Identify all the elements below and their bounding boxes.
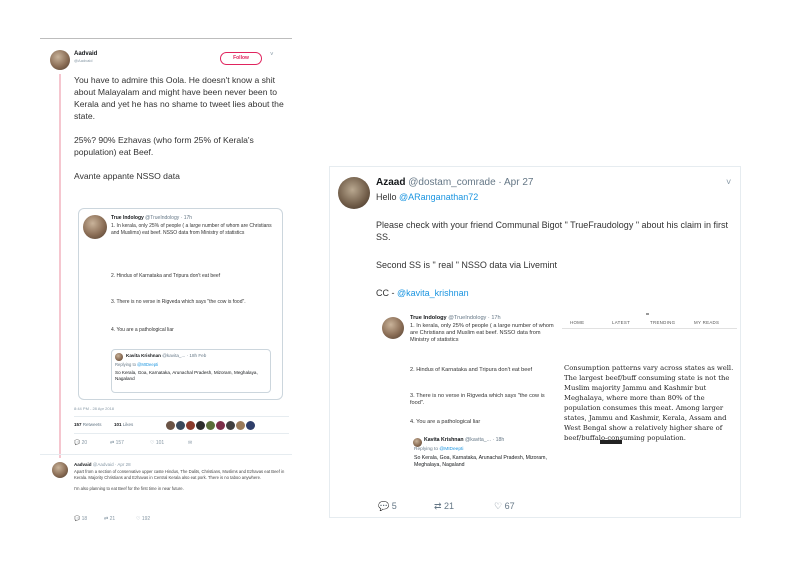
tweet-text: You have to admire this Oola. He doesn't… [74,75,284,181]
quoted-text-4: 4. You are a pathological liar [410,419,481,425]
liker-avatar[interactable] [216,421,225,430]
liker-avatar[interactable] [186,421,195,430]
reply-button[interactable]: 💬 20 [74,440,87,446]
nested-text: So Kerala, Goa, Karnataka, Arunachal Pra… [414,455,547,468]
nested-author: Kavita Krishnan @kavita_... · 18h Feb [126,353,207,358]
quoted-avatar [83,215,107,239]
author-handle[interactable]: @Aadvaid [74,58,93,63]
liker-avatar[interactable] [236,421,245,430]
right-tweet-panel: Azaad @dostam_comrade · Apr 27 ˅ Hello @… [329,166,741,518]
mention-link[interactable]: @ARanganathan72 [399,192,478,202]
reply-actions: 💬 18 ⇄ 21 ♡ 192 [74,516,289,526]
reply-author[interactable]: Aadvaid @Aadvaid · Apr 28 [74,462,131,467]
like-button[interactable]: ♡ 67 [494,501,515,512]
nested-avatar [115,353,123,361]
follow-button[interactable]: Follow [220,52,262,65]
replying-to: Replying to @MIDeepti [414,447,464,452]
liker-avatar[interactable] [246,421,255,430]
like-button[interactable]: ♡ 192 [136,516,150,522]
liker-avatar[interactable] [166,421,175,430]
nav-home: HOME [570,320,585,325]
nested-quoted-tweet[interactable]: Kavita Krishnan @kavita_... · 18h Feb Re… [111,349,271,393]
liker-avatar[interactable] [176,421,185,430]
reply-text: Apart from a section of conservative upp… [74,469,285,491]
tweet-text-2: Second SS is " real " NSSO data via Live… [376,260,557,270]
retweet-button[interactable]: ⇄ 21 [104,516,115,522]
liker-avatar[interactable] [206,421,215,430]
retweets-stat[interactable]: 157 Retweets [74,422,102,427]
quoted-author: True Indology @TrueIndology · 17h [111,215,193,221]
quoted-author: True Indology @TrueIndology · 17h [410,315,501,321]
nested-avatar [413,438,422,447]
quoted-text-4: 4. You are a pathological liar [111,327,174,333]
quoted-avatar [382,317,404,339]
avatar[interactable] [338,177,370,209]
redaction-mark [600,440,622,444]
quoted-text-2: 2. Hindus of Karnataka and Tripura don't… [410,367,533,373]
reply-button[interactable]: 💬 5 [378,501,397,512]
quoted-text-2: 2. Hindus of Karnataka and Tripura don't… [111,273,221,279]
chevron-down-icon[interactable]: ˅ [726,177,731,187]
thread-line [59,74,61,458]
liker-avatar[interactable] [196,421,205,430]
retweet-button[interactable]: ⇄ 157 [110,440,124,446]
tweet-actions: 💬 5 ⇄ 21 ♡ 67 [378,501,738,515]
article-text: Consumption patterns vary across states … [564,364,734,442]
mention-link[interactable]: @kavita_krishnan [397,288,469,298]
quoted-text-3: 3. There is no verse in Rigveda which sa… [111,299,246,305]
divider [40,454,292,455]
retweet-button[interactable]: ⇄ 21 [434,501,454,512]
chevron-down-icon[interactable]: ˅ [270,52,274,58]
drag-handle [646,313,649,315]
nested-quoted-tweet[interactable]: Kavita Krishnan @kavita_... · 18h Replyi… [410,435,556,489]
divider [40,38,292,39]
replying-to: Replying to @MIDeepti [115,362,159,367]
tweet-greeting: Hello @ARanganathan72 [376,192,479,202]
stats-row: 157 Retweets 101 Likes [74,416,289,434]
article-nav: HOME LATEST TRENDING MY READS [562,313,737,329]
avatar[interactable] [50,50,70,70]
likes-stat[interactable]: 101 Likes [114,422,133,427]
author-name[interactable]: Azaad @dostam_comrade · Apr 27 [376,177,533,188]
screenshot-1[interactable]: True Indology @TrueIndology · 17h 1. In … [378,311,558,491]
tweet-cc: CC - @kavita_krishnan [376,288,469,298]
tweet-text-1: Please check with your friend Communal B… [376,220,729,242]
nav-latest: LATEST [612,320,631,325]
quoted-text-1: 1. In kerala, only 25% of people ( a lar… [410,323,554,343]
quoted-text-1: 1. In kerala, only 25% of people ( a lar… [111,223,272,236]
quoted-tweet[interactable]: True Indology @TrueIndology · 17h 1. In … [78,208,283,400]
reply-button[interactable]: 💬 18 [74,516,87,522]
author-name[interactable]: Aadvaid [74,51,97,57]
screenshot-2[interactable]: HOME LATEST TRENDING MY READS Consumptio… [562,309,737,489]
like-button[interactable]: ♡ 101 [150,440,164,446]
tweet-actions: 💬 20 ⇄ 157 ♡ 101 ✉ [74,440,289,450]
nav-my-reads: MY READS [694,320,720,325]
left-tweet-panel: Aadvaid @Aadvaid Follow ˅ You have to ad… [40,30,292,530]
nested-text: So Kerala, Goa, Karnataka, Arunachal Pra… [115,370,258,381]
message-icon[interactable]: ✉ [188,440,192,446]
liker-avatar[interactable] [226,421,235,430]
reply-avatar[interactable] [52,462,68,478]
nav-trending: TRENDING [650,320,676,325]
tweet-timestamp[interactable]: 8:44 PM - 28 Apr 2018 [74,406,114,411]
quoted-text-3: 3. There is no verse in Rigveda which sa… [410,393,545,406]
nested-author: Kavita Krishnan @kavita_... · 18h [424,437,505,443]
